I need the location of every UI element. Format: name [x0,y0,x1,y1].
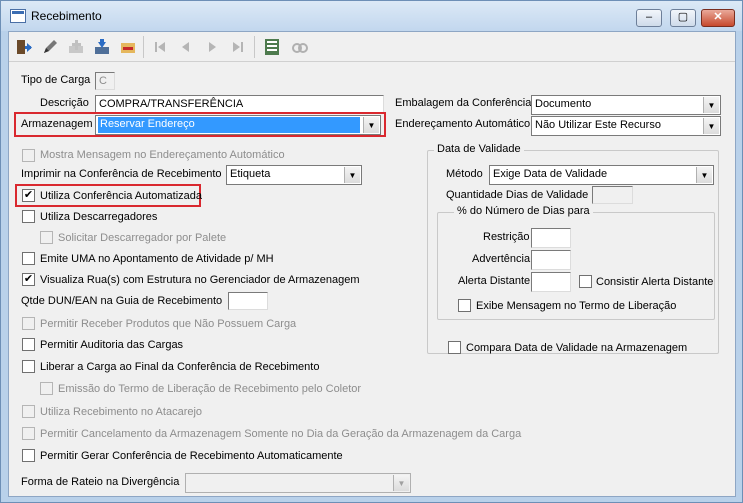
recebimento-window: Recebimento – ▢ ✕ Tipo de Carga C Descri… [0,0,743,503]
enderecamento-value: Não Utilizar Este Recurso [535,119,661,131]
chevron-down-icon[interactable]: ▼ [703,97,719,113]
qtde-dun-label: Qtde DUN/EAN na Guia de Recebimento [21,295,223,307]
forma-rateio-label: Forma de Rateio na Divergência [21,476,180,488]
solicitar-desc-label: Solicitar Descarregador por Palete [58,232,227,244]
tipo-carga-field[interactable]: C [95,72,115,90]
advertencia-field[interactable] [531,250,571,270]
permitir-receber-label: Permitir Receber Produtos que Não Possue… [40,318,297,330]
compara-label: Compara Data de Validade na Armazenagem [466,342,688,354]
list-icon[interactable] [260,35,284,59]
permitir-receber-checkbox[interactable] [22,317,35,330]
window-title: Recebimento [31,9,102,23]
prev-icon[interactable] [174,35,198,59]
form-panel: Tipo de Carga C Descrição COMPRA/TRANSFE… [9,64,735,496]
consistir-checkbox[interactable] [579,275,592,288]
utiliza-desc-checkbox[interactable] [22,210,35,223]
cancel-icon[interactable] [116,35,140,59]
window-icon [10,9,26,23]
embalagem-select[interactable]: Documento ▼ [531,95,721,115]
embalagem-label: Embalagem da Conferência [395,97,532,109]
visualiza-rua-label: Visualiza Rua(s) com Estrutura no Gerenc… [40,274,360,286]
tipo-carga-label: Tipo de Carga [21,74,91,86]
advertencia-label: Advertência [472,253,531,265]
imprimir-value: Etiqueta [230,168,271,180]
metodo-value: Exige Data de Validade [493,168,608,180]
chevron-down-icon[interactable]: ▼ [393,475,409,491]
permitir-auditoria-label: Permitir Auditoria das Cargas [40,339,184,351]
embalagem-value: Documento [535,98,592,110]
armazenagem-value: Reservar Endereço [98,117,360,133]
permitir-cancel-label: Permitir Cancelamento da Armazenagem Som… [40,428,522,440]
descricao-field[interactable]: COMPRA/TRANSFERÊNCIA [95,95,384,113]
chevron-down-icon[interactable]: ▼ [363,117,379,133]
emissao-termo-checkbox[interactable] [40,382,53,395]
add-icon[interactable] [64,35,88,59]
first-icon[interactable] [148,35,172,59]
data-validade-title: Data de Validade [434,143,524,155]
utiliza-conf-checkbox[interactable]: ✔ [22,189,35,202]
alerta-label: Alerta Distante [458,275,531,287]
next-icon[interactable] [200,35,224,59]
solicitar-desc-checkbox[interactable] [40,231,53,244]
restricao-label: Restrição [483,231,530,243]
utiliza-atacarejo-label: Utiliza Recebimento no Atacarejo [40,406,203,418]
exit-icon[interactable] [12,35,36,59]
emissao-termo-label: Emissão do Termo de Liberação de Recebim… [58,383,362,395]
exibe-msg-checkbox[interactable] [458,299,471,312]
emite-uma-label: Emite UMA no Apontamento de Atividade p/… [40,253,274,265]
mostra-msg-label: Mostra Mensagem no Endereçamento Automát… [40,149,285,161]
metodo-select[interactable]: Exige Data de Validade ▼ [489,165,714,185]
edit-icon[interactable] [38,35,62,59]
exibe-msg-label: Exibe Mensagem no Termo de Liberação [476,300,677,312]
alerta-field[interactable] [531,272,571,292]
imprimir-select[interactable]: Etiqueta ▼ [226,165,362,185]
permitir-gerar-label: Permitir Gerar Conferência de Recebiment… [40,450,343,462]
last-icon[interactable] [226,35,250,59]
permitir-gerar-checkbox[interactable] [22,449,35,462]
emite-uma-checkbox[interactable] [22,252,35,265]
quantidade-label: Quantidade Dias de Validade [446,189,589,201]
permitir-auditoria-checkbox[interactable] [22,338,35,351]
utiliza-desc-label: Utiliza Descarregadores [40,211,158,223]
minimize-button[interactable]: – [636,9,662,27]
armazenagem-select[interactable]: Reservar Endereço ▼ [95,115,381,135]
enderecamento-label: Endereçamento Automático [395,118,531,130]
chevron-down-icon[interactable]: ▼ [696,167,712,183]
descricao-label: Descrição [40,97,89,109]
chevron-down-icon[interactable]: ▼ [703,118,719,134]
visualiza-rua-checkbox[interactable]: ✔ [22,273,35,286]
maximize-button[interactable]: ▢ [670,9,696,27]
metodo-label: Método [446,168,483,180]
liberar-carga-checkbox[interactable] [22,360,35,373]
search-icon[interactable] [288,35,312,59]
save-icon[interactable] [90,35,114,59]
pct-dias-title: % do Número de Dias para [454,205,593,217]
utiliza-atacarejo-checkbox[interactable] [22,405,35,418]
compara-checkbox[interactable] [448,341,461,354]
armazenagem-label: Armazenagem [21,118,93,130]
forma-rateio-select[interactable]: ▼ [185,473,411,493]
quantidade-field[interactable] [592,186,633,204]
liberar-carga-label: Liberar a Carga ao Final da Conferência … [40,361,320,373]
imprimir-label: Imprimir na Conferência de Recebimento [21,168,222,180]
chevron-down-icon[interactable]: ▼ [344,167,360,183]
title-bar[interactable]: Recebimento – ▢ ✕ [1,1,742,31]
permitir-cancel-checkbox[interactable] [22,427,35,440]
mostra-msg-checkbox[interactable] [22,149,35,162]
utiliza-conf-label: Utiliza Conferência Automatizada [40,190,203,202]
enderecamento-select[interactable]: Não Utilizar Este Recurso ▼ [531,116,721,136]
close-button[interactable]: ✕ [701,9,735,27]
toolbar-separator [254,36,255,58]
qtde-dun-field[interactable] [228,292,268,310]
toolbar [9,32,735,62]
toolbar-separator [143,36,144,58]
consistir-label: Consistir Alerta Distante [596,276,714,288]
client-area: Tipo de Carga C Descrição COMPRA/TRANSFE… [8,31,736,497]
restricao-field[interactable] [531,228,571,248]
